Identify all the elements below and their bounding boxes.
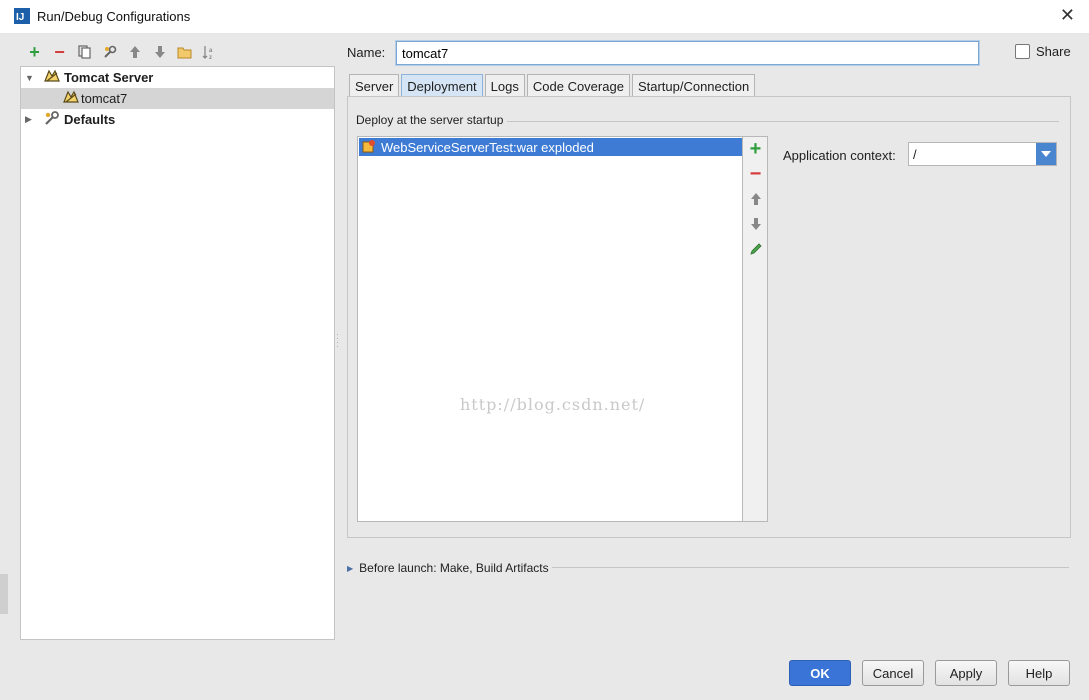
application-context-value: / xyxy=(913,146,917,162)
tab-server[interactable]: Server xyxy=(349,74,400,97)
collapse-arrow-icon[interactable]: ▶ xyxy=(25,114,35,125)
section-divider xyxy=(507,121,1059,122)
tree-node-label: tomcat7 xyxy=(81,91,128,106)
defaults-wrench-icon xyxy=(44,110,60,129)
move-down-icon[interactable] xyxy=(743,214,768,234)
section-title: Deploy at the server startup xyxy=(356,113,504,127)
tree-node-label: Defaults xyxy=(64,112,116,127)
share-checkbox[interactable]: Share xyxy=(1015,44,1071,59)
background-edge xyxy=(0,574,8,614)
remove-icon[interactable]: − xyxy=(47,42,72,62)
before-launch-label: Before launch: Make, Build Artifacts xyxy=(359,561,549,575)
tomcat-icon xyxy=(44,69,60,86)
share-label: Share xyxy=(1036,44,1071,59)
close-icon[interactable]: ✕ xyxy=(1060,6,1075,24)
name-input[interactable] xyxy=(396,41,979,65)
config-toolbar: + − az xyxy=(22,42,222,62)
svg-text:a: a xyxy=(209,48,213,54)
before-launch-section[interactable]: ▶ Before launch: Make, Build Artifacts xyxy=(347,561,549,575)
deployment-panel: Deploy at the server startup WebServiceS… xyxy=(347,96,1071,538)
move-up-icon[interactable] xyxy=(743,189,768,209)
sort-icon[interactable]: az xyxy=(197,42,222,62)
deploy-list-actions: + − xyxy=(743,136,768,522)
name-label: Name: xyxy=(347,45,386,60)
tab-deployment[interactable]: Deployment xyxy=(401,74,483,97)
deploy-list-item[interactable]: WebServiceServerTest:war exploded xyxy=(359,138,742,156)
folder-icon[interactable] xyxy=(172,42,197,62)
tree-node-tomcat7[interactable]: tomcat7 xyxy=(21,88,334,109)
configuration-tree: ▼ Tomcat Server tomcat7 ▶ Defaults xyxy=(20,66,335,640)
move-up-icon[interactable] xyxy=(122,42,147,62)
add-icon[interactable]: + xyxy=(22,42,47,62)
remove-icon[interactable]: − xyxy=(743,163,768,185)
svg-text:z: z xyxy=(209,55,212,60)
ok-button[interactable]: OK xyxy=(789,660,851,686)
tab-logs[interactable]: Logs xyxy=(484,74,525,97)
tomcat-icon xyxy=(63,90,79,107)
tree-node-tomcat-server[interactable]: ▼ Tomcat Server xyxy=(21,67,334,88)
cancel-button[interactable]: Cancel xyxy=(862,660,924,686)
expand-arrow-icon[interactable]: ▼ xyxy=(25,73,35,83)
edit-defaults-icon[interactable] xyxy=(97,42,122,62)
window-title: Run/Debug Configurations xyxy=(37,9,191,24)
expand-triangle-icon[interactable]: ▶ xyxy=(347,564,353,573)
tab-code-coverage[interactable]: Code Coverage xyxy=(526,74,630,97)
title-bar: IJ Run/Debug Configurations ✕ xyxy=(0,0,1089,34)
dialog-body: + − az ▼ Tomcat Server tomcat7 ▶ Default… xyxy=(0,34,1089,700)
tab-bar: Server Deployment Logs Code Coverage Sta… xyxy=(349,74,757,97)
apply-button[interactable]: Apply xyxy=(935,660,997,686)
watermark-text: http://blog.csdn.net/ xyxy=(460,395,646,414)
application-context-label: Application context: xyxy=(783,148,896,163)
move-down-icon[interactable] xyxy=(147,42,172,62)
artifact-icon xyxy=(362,139,376,156)
chevron-down-icon[interactable] xyxy=(1036,143,1056,165)
splitter-handle[interactable]: · · · · xyxy=(336,330,339,351)
tree-node-defaults[interactable]: ▶ Defaults xyxy=(21,109,334,130)
application-context-select[interactable]: / xyxy=(908,142,1057,166)
deploy-item-label: WebServiceServerTest:war exploded xyxy=(381,139,594,155)
copy-icon[interactable] xyxy=(72,42,97,62)
help-button[interactable]: Help xyxy=(1008,660,1070,686)
edit-pencil-icon[interactable] xyxy=(743,239,768,259)
intellij-app-icon: IJ xyxy=(14,8,30,27)
svg-text:IJ: IJ xyxy=(16,12,24,23)
tab-startup-connection[interactable]: Startup/Connection xyxy=(631,74,756,97)
share-checkbox-box[interactable] xyxy=(1015,44,1030,59)
tree-node-label: Tomcat Server xyxy=(64,70,154,85)
before-launch-divider xyxy=(552,567,1069,568)
add-icon[interactable]: + xyxy=(743,138,768,160)
deploy-list[interactable]: WebServiceServerTest:war exploded http:/… xyxy=(357,136,743,522)
